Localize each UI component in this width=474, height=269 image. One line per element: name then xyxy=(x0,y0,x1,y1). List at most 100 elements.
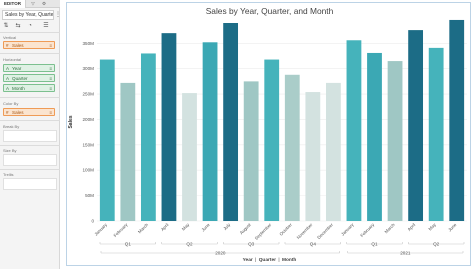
divider xyxy=(0,32,60,33)
bar xyxy=(120,82,136,222)
bar xyxy=(140,53,156,221)
pill-label: Year xyxy=(12,66,22,71)
bar xyxy=(264,59,280,221)
kebab-menu-icon[interactable]: ⋮ xyxy=(55,10,61,20)
y-tick-label: 300M xyxy=(83,66,95,71)
year-label: 2020 xyxy=(215,251,226,255)
tab-settings-icon[interactable]: ⚙ xyxy=(39,0,49,8)
pill-label: Month xyxy=(12,86,25,91)
quarter-label: Q2 xyxy=(186,242,193,247)
bar xyxy=(428,47,444,221)
chart-container: Sales by Year, Quarter, and Month 0 50M 10… xyxy=(66,2,471,266)
x-tick-label: April xyxy=(407,222,417,232)
x-tick-label: November xyxy=(296,222,314,240)
y-tick-label: 100M xyxy=(83,168,95,173)
x-tick-label: June xyxy=(200,222,211,233)
bar xyxy=(161,33,177,222)
app-root: EDITOR ▽ ⚙ Sales by Year, Quarter... ⋮ ⇅… xyxy=(0,0,474,269)
x-tick-label: June xyxy=(447,222,458,233)
grip-icon[interactable]: ≡ xyxy=(49,65,52,72)
section-trellis-label: Trellis xyxy=(3,172,14,177)
tab-filter-icon[interactable]: ▽ xyxy=(28,0,38,8)
dimension-icon: A xyxy=(6,66,10,71)
pill-label: Quarter xyxy=(12,76,28,81)
dimension-icon: A xyxy=(6,86,10,91)
x-tick-label: December xyxy=(316,222,334,240)
legend-separator: | xyxy=(278,258,280,263)
horizontal-field-month[interactable]: A Month ≡ xyxy=(3,84,55,92)
horizontal-field-year[interactable]: A Year ≡ xyxy=(3,64,55,72)
swap-axes-icon[interactable]: ⇆ xyxy=(14,22,22,31)
vertical-field-sales[interactable]: # Sales ≡ xyxy=(3,41,55,49)
bar xyxy=(284,74,300,222)
legend-month: Month xyxy=(281,258,297,263)
quarter-label: Q2 xyxy=(433,242,440,247)
x-tick-label: March xyxy=(384,222,397,235)
x-tick-label: February xyxy=(113,222,130,239)
bar-chart: 0 50M 100M 150M 200M 250M 300M 350M Sales January… xyxy=(68,19,467,256)
bar xyxy=(367,52,382,222)
bar xyxy=(305,92,321,222)
horizontal-field-quarter[interactable]: A Quarter ≡ xyxy=(3,74,55,82)
y-tick-label: 350M xyxy=(83,41,95,46)
grip-icon[interactable]: ≡ xyxy=(49,42,52,49)
sort-icon[interactable]: ⇅ xyxy=(2,22,10,31)
bar xyxy=(387,61,403,222)
break-by-dropzone[interactable] xyxy=(3,130,57,142)
divider xyxy=(0,53,60,54)
bar xyxy=(325,82,341,222)
y-tick-label: 200M xyxy=(83,117,95,122)
x-tick-label: April xyxy=(160,222,170,232)
divider xyxy=(0,145,60,146)
quarter-label: Q1 xyxy=(125,242,132,247)
dimension-icon: A xyxy=(6,76,10,81)
x-tick-label: October xyxy=(278,222,293,237)
bar xyxy=(182,93,197,221)
editor-tabbar: EDITOR ▽ ⚙ xyxy=(0,0,60,8)
x-tick-label: January xyxy=(340,222,355,237)
bar xyxy=(99,59,115,221)
bar xyxy=(223,23,239,221)
x-tick-label: May xyxy=(427,222,437,232)
bar xyxy=(346,40,362,222)
x-tick-label: August xyxy=(239,222,253,236)
x-tick-label: March xyxy=(137,222,150,235)
color-by-field-sales[interactable]: # Sales ≡ xyxy=(3,108,55,116)
pill-label: Sales xyxy=(12,43,24,48)
bar xyxy=(243,81,259,221)
measure-icon: # xyxy=(6,43,9,48)
x-tick-label: July xyxy=(222,222,232,232)
chart-title-input[interactable]: Sales by Year, Quarter... xyxy=(2,10,54,20)
size-by-dropzone[interactable] xyxy=(3,154,57,166)
options-icon[interactable]: ☰ xyxy=(42,22,50,31)
grip-icon[interactable]: ≡ xyxy=(49,75,52,82)
trellis-dropzone[interactable] xyxy=(3,178,57,190)
grip-icon[interactable]: ≡ xyxy=(49,109,52,116)
measure-icon: # xyxy=(6,110,9,115)
quarter-label: Q4 xyxy=(310,242,317,247)
legend-year: Year xyxy=(242,258,253,263)
y-tick-label: 250M xyxy=(83,92,95,97)
x-tick-label: September xyxy=(254,222,273,241)
x-tick-label: May xyxy=(181,222,191,232)
section-vertical-label: Vertical xyxy=(3,35,17,40)
y-tick-label: 150M xyxy=(83,142,95,147)
bar xyxy=(449,19,465,222)
x-tick-label: February xyxy=(359,222,376,239)
editor-panel: EDITOR ▽ ⚙ Sales by Year, Quarter... ⋮ ⇅… xyxy=(0,0,61,269)
editor-toolbar: ⇅ ⇆ ◔ ☰ xyxy=(2,22,58,31)
x-tick-label: January xyxy=(93,222,108,237)
pill-label: Sales xyxy=(12,110,24,115)
section-break-by-label: Break By xyxy=(3,124,20,129)
section-size-by-label: Size By xyxy=(3,148,17,153)
y-axis-label: Sales xyxy=(68,115,74,128)
divider xyxy=(0,97,60,98)
grip-icon[interactable]: ≡ xyxy=(49,85,52,92)
divider xyxy=(0,169,60,170)
bar xyxy=(408,30,424,221)
tab-editor[interactable]: EDITOR xyxy=(0,0,26,8)
y-tick-label: 50M xyxy=(85,193,94,198)
palette-icon[interactable]: ◔ xyxy=(26,22,34,31)
quarter-label: Q3 xyxy=(248,242,255,247)
legend-separator: | xyxy=(255,258,257,263)
